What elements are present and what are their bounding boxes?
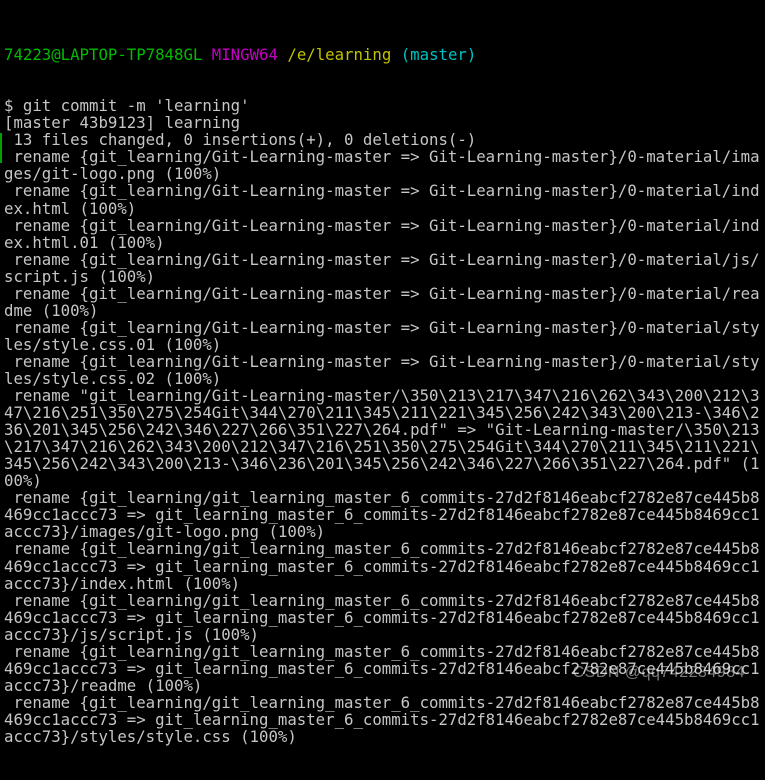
terminal-line: rename "git_learning/Git-Learning-master… — [4, 387, 764, 404]
terminal-line: 345\256\242\343\200\213-\346\236\201\345… — [4, 455, 764, 472]
terminal-line: accc73}/images/git-logo.png (100%) — [4, 523, 764, 540]
terminal-line: rename {git_learning/Git-Learning-master… — [4, 319, 764, 336]
terminal-line: les/style.css.02 (100%) — [4, 370, 764, 387]
terminal-line: rename {git_learning/git_learning_master… — [4, 643, 764, 660]
terminal-line: accc73}/styles/style.css (100%) — [4, 728, 764, 745]
terminal-line: 469cc1accc73 => git_learning_master_6_co… — [4, 506, 764, 523]
terminal-line: les/style.css.01 (100%) — [4, 336, 764, 353]
terminal-line: 13 files changed, 0 insertions(+), 0 del… — [4, 131, 764, 148]
prompt-line: 74223@LAPTOP-TP7848GL MINGW64 /e/learnin… — [4, 46, 764, 63]
terminal-line: rename {git_learning/Git-Learning-master… — [4, 217, 764, 234]
terminal-line: rename {git_learning/git_learning_master… — [4, 694, 764, 711]
terminal-line: dme (100%) — [4, 302, 764, 319]
terminal-line: 47\216\251\350\275\254Git\344\270\211\34… — [4, 404, 764, 421]
terminal-line: 469cc1accc73 => git_learning_master_6_co… — [4, 711, 764, 728]
terminal-lines: $ git commit -m 'learning'[master 43b912… — [4, 97, 764, 745]
terminal-line: ges/git-logo.png (100%) — [4, 165, 764, 182]
terminal-line: rename {git_learning/git_learning_master… — [4, 540, 764, 557]
left-edge-artifact — [0, 133, 2, 163]
prompt-branch: (master) — [401, 45, 477, 64]
terminal-line: rename {git_learning/Git-Learning-master… — [4, 148, 764, 165]
terminal-line: ex.html.01 (100%) — [4, 234, 764, 251]
terminal-line: rename {git_learning/Git-Learning-master… — [4, 251, 764, 268]
terminal-line: accc73}/js/script.js (100%) — [4, 626, 764, 643]
terminal-line: 469cc1accc73 => git_learning_master_6_co… — [4, 609, 764, 626]
prompt-space — [202, 45, 211, 64]
prompt-space — [391, 45, 400, 64]
terminal-line: $ git commit -m 'learning' — [4, 97, 764, 114]
terminal-line: rename {git_learning/Git-Learning-master… — [4, 182, 764, 199]
terminal-line: rename {git_learning/Git-Learning-master… — [4, 353, 764, 370]
terminal-line: script.js (100%) — [4, 268, 764, 285]
terminal-line: rename {git_learning/Git-Learning-master… — [4, 285, 764, 302]
prompt-space — [278, 45, 287, 64]
terminal-line: accc73}/index.html (100%) — [4, 575, 764, 592]
terminal-line: 00%) — [4, 472, 764, 489]
csdn-watermark: CSDN @qq742234984 — [573, 664, 745, 682]
terminal-line: ex.html (100%) — [4, 200, 764, 217]
terminal-line: rename {git_learning/git_learning_master… — [4, 592, 764, 609]
terminal-line: rename {git_learning/git_learning_master… — [4, 489, 764, 506]
prompt-env: MINGW64 — [212, 45, 278, 64]
prompt-path: /e/learning — [287, 45, 391, 64]
terminal-line: [master 43b9123] learning — [4, 114, 764, 131]
terminal-line: 36\201\345\256\242\346\227\266\351\227\2… — [4, 421, 764, 438]
git-bash-terminal-window[interactable]: 74223@LAPTOP-TP7848GL MINGW64 /e/learnin… — [0, 0, 765, 694]
terminal-line: 469cc1accc73 => git_learning_master_6_co… — [4, 558, 764, 575]
terminal-line: \217\347\216\262\343\200\212\347\216\251… — [4, 438, 764, 455]
prompt-user-host: 74223@LAPTOP-TP7848GL — [4, 45, 202, 64]
